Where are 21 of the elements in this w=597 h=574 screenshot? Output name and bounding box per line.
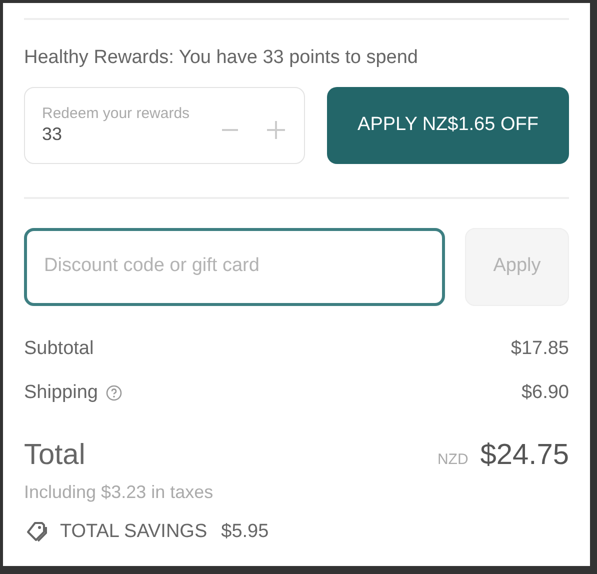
total-label: Total <box>24 438 86 472</box>
summary-value: $6.90 <box>521 380 569 405</box>
minus-icon <box>222 129 238 131</box>
rewards-heading: Healthy Rewards: You have 33 points to spend <box>24 46 419 70</box>
currency-code: NZD <box>437 450 468 470</box>
summary-label: Shipping <box>24 380 98 405</box>
savings-label: TOTAL SAVINGS <box>60 520 208 544</box>
field-label: Redeem your rewards <box>42 105 191 123</box>
field-value: 33 <box>42 123 64 145</box>
help-icon[interactable] <box>106 385 122 401</box>
tag-icon <box>24 520 50 544</box>
increase-button[interactable] <box>265 119 287 141</box>
apply-rewards-button[interactable]: APPLY NZ$1.65 OFF <box>327 86 569 164</box>
summary-label: Subtotal <box>24 336 94 361</box>
plus-icon <box>267 121 285 139</box>
summary-value: $17.85 <box>510 336 569 361</box>
tax-note: Including $3.23 in taxes <box>24 481 214 504</box>
total-value: $24.75 <box>480 438 569 472</box>
rewards-quantity-field[interactable]: Redeem your rewards 33 <box>24 86 305 164</box>
discount-code-field[interactable]: Discount code or gift card <box>24 228 445 306</box>
savings-value: $5.95 <box>221 520 269 544</box>
